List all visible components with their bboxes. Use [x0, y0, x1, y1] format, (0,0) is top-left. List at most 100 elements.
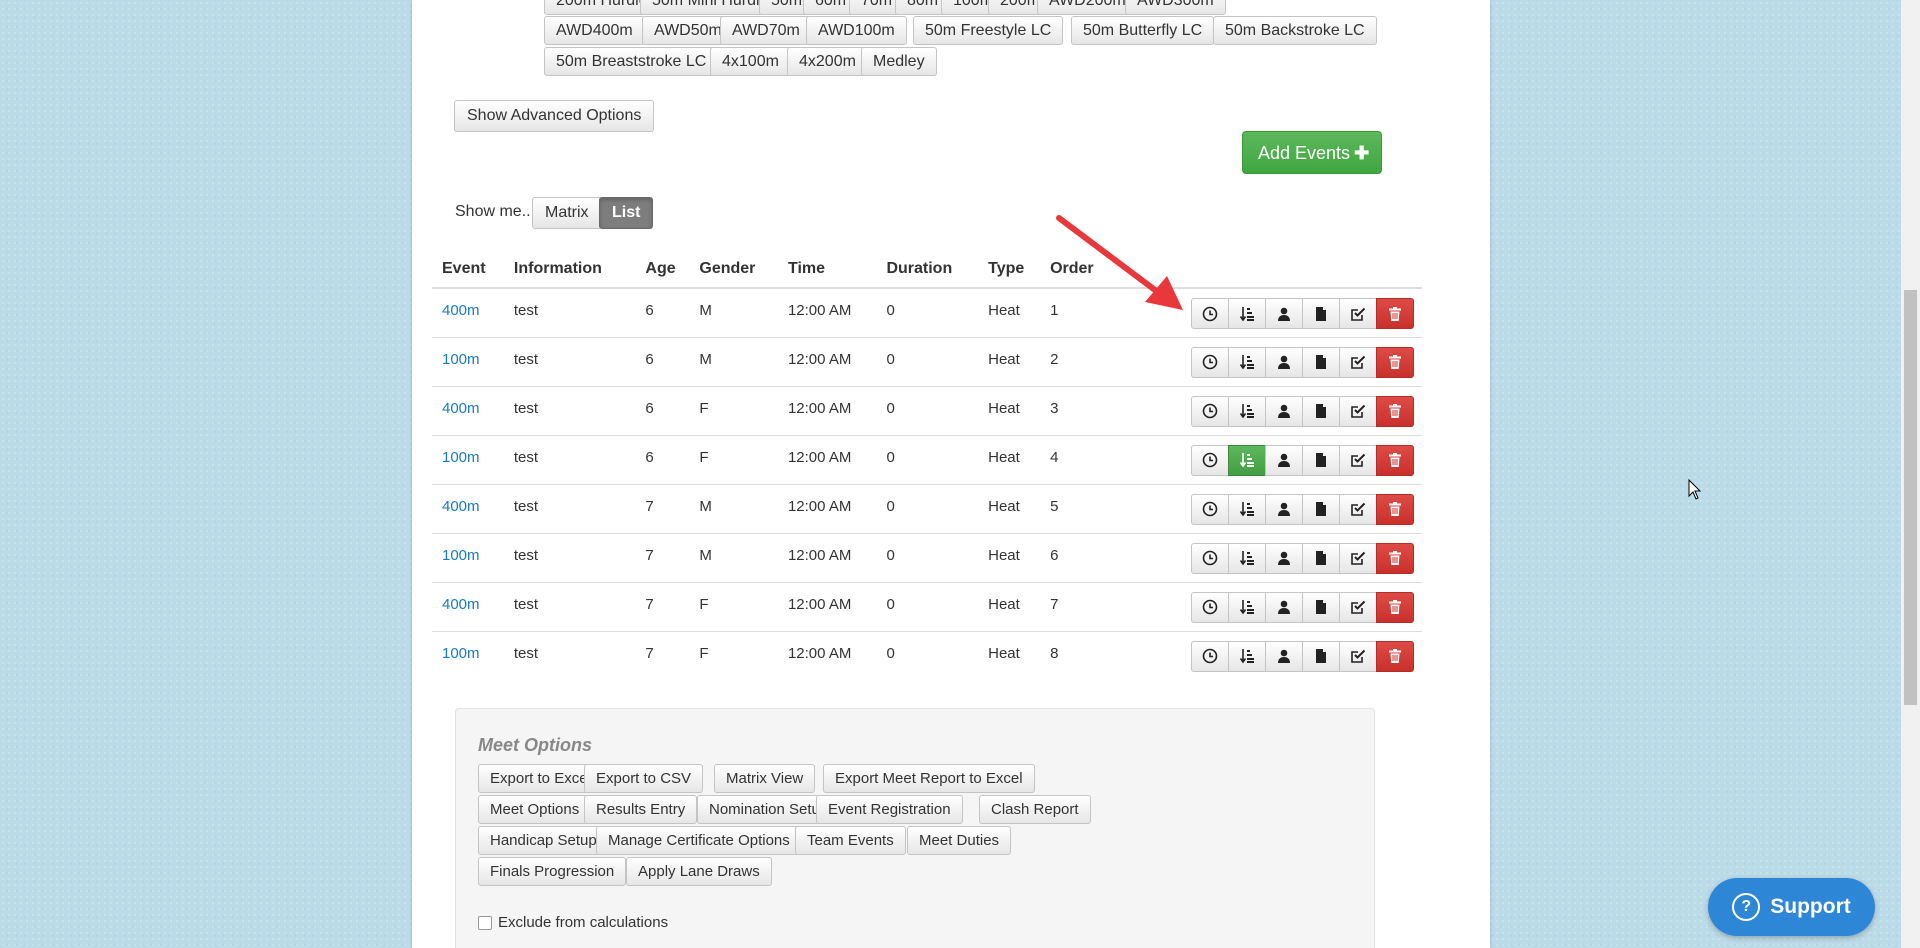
meet-option-clash-report-button[interactable]: Clash Report: [979, 795, 1091, 824]
document-button[interactable]: [1302, 298, 1340, 329]
document-button[interactable]: [1302, 542, 1340, 574]
event-link[interactable]: 400m: [432, 581, 504, 631]
clock-button[interactable]: [1191, 640, 1229, 672]
show-advanced-options-button[interactable]: Show Advanced Options: [454, 100, 655, 132]
person-button[interactable]: [1265, 640, 1303, 672]
event-link[interactable]: 100m: [432, 630, 504, 680]
meet-option-apply-lane-draws-button[interactable]: Apply Lane Draws: [626, 857, 772, 886]
edit-check-button[interactable]: [1339, 346, 1377, 378]
clock-button[interactable]: [1191, 591, 1229, 623]
document-button[interactable]: [1302, 591, 1340, 623]
event-chip-awd400m[interactable]: AWD400m: [544, 16, 645, 45]
add-events-button[interactable]: Add Events ✚: [1242, 131, 1382, 174]
event-chip-awd200m[interactable]: AWD200m: [1037, 0, 1138, 15]
person-button[interactable]: [1265, 346, 1303, 378]
meet-option-manage-certificate-options-button[interactable]: Manage Certificate Options: [596, 826, 802, 855]
edit-check-button[interactable]: [1339, 395, 1377, 427]
event-chip-awd70m[interactable]: AWD70m: [720, 16, 812, 45]
document-button[interactable]: [1302, 493, 1340, 525]
meet-option-matrix-view-button[interactable]: Matrix View: [714, 764, 816, 793]
sort-order-button[interactable]: [1228, 542, 1266, 574]
trash-button[interactable]: [1376, 493, 1414, 525]
document-button[interactable]: [1302, 395, 1340, 427]
event-link[interactable]: 400m: [432, 287, 504, 337]
cell-age: 6: [635, 287, 690, 337]
sort-order-button[interactable]: [1228, 640, 1266, 672]
clock-button[interactable]: [1191, 542, 1229, 574]
event-link[interactable]: 400m: [432, 385, 504, 435]
event-chip-50m-freestyle-lc[interactable]: 50m Freestyle LC: [913, 16, 1064, 45]
clock-button[interactable]: [1191, 298, 1229, 329]
support-button[interactable]: ? Support: [1708, 878, 1875, 936]
document-button[interactable]: [1302, 640, 1340, 672]
person-button[interactable]: [1265, 395, 1303, 427]
edit-check-button[interactable]: [1339, 298, 1377, 329]
trash-button[interactable]: [1376, 444, 1414, 476]
event-link[interactable]: 100m: [432, 532, 504, 582]
meet-option-meet-options-button[interactable]: Meet Options: [478, 795, 592, 824]
event-link[interactable]: 100m: [432, 336, 504, 386]
event-link[interactable]: 100m: [432, 434, 504, 484]
meet-option-finals-progression-button[interactable]: Finals Progression: [478, 857, 627, 886]
edit-check-button[interactable]: [1339, 640, 1377, 672]
scrollbar-thumb[interactable]: [1904, 290, 1917, 705]
trash-button[interactable]: [1376, 346, 1414, 378]
edit-check-icon: [1350, 354, 1366, 370]
meet-option-event-registration-button[interactable]: Event Registration: [816, 795, 963, 824]
trash-button[interactable]: [1376, 591, 1414, 623]
meet-option-team-events-button[interactable]: Team Events: [795, 826, 906, 855]
event-chip-50m-butterfly-lc[interactable]: 50m Butterfly LC: [1071, 16, 1215, 45]
meet-option-export-meet-report-to-excel-button[interactable]: Export Meet Report to Excel: [823, 764, 1035, 793]
trash-button[interactable]: [1376, 640, 1414, 672]
event-chip-50m-breaststroke-lc[interactable]: 50m Breaststroke LC: [544, 47, 719, 76]
meet-option-results-entry-button[interactable]: Results Entry: [584, 795, 698, 824]
meet-option-meet-duties-button[interactable]: Meet Duties: [907, 826, 1012, 855]
trash-button[interactable]: [1376, 298, 1414, 329]
event-chip-4x100m[interactable]: 4x100m: [710, 47, 791, 76]
event-chip-awd300m[interactable]: AWD300m: [1125, 0, 1226, 15]
page-scrollbar[interactable]: [1901, 0, 1920, 948]
cell-time: 12:00 AM: [777, 630, 877, 680]
cell-type: Heat: [978, 336, 1041, 386]
edit-check-button[interactable]: [1339, 591, 1377, 623]
clock-button[interactable]: [1191, 444, 1229, 476]
trash-button[interactable]: [1376, 395, 1414, 427]
person-button[interactable]: [1265, 444, 1303, 476]
matrix-toggle[interactable]: Matrix: [532, 197, 602, 229]
edit-check-button[interactable]: [1339, 444, 1377, 476]
exclude-label: Exclude from calculations: [498, 914, 669, 931]
meet-option-export-to-csv-button[interactable]: Export to CSV: [584, 764, 704, 793]
sort-order-icon: [1239, 599, 1255, 615]
sort-order-button[interactable]: [1228, 395, 1266, 427]
clock-button[interactable]: [1191, 493, 1229, 525]
edit-check-button[interactable]: [1339, 493, 1377, 525]
event-chip-4x200m[interactable]: 4x200m: [787, 47, 868, 76]
clock-icon: [1202, 452, 1218, 468]
clock-button[interactable]: [1191, 346, 1229, 378]
person-button[interactable]: [1265, 542, 1303, 574]
meet-option-handicap-setup-button[interactable]: Handicap Setup: [478, 826, 609, 855]
person-button[interactable]: [1265, 493, 1303, 525]
sort-order-button[interactable]: [1228, 493, 1266, 525]
document-button[interactable]: [1302, 346, 1340, 378]
edit-check-icon: [1350, 648, 1366, 664]
event-chip-50m-backstroke-lc[interactable]: 50m Backstroke LC: [1213, 16, 1377, 45]
person-button[interactable]: [1265, 298, 1303, 329]
event-link[interactable]: 400m: [432, 483, 504, 533]
exclude-checkbox[interactable]: [478, 915, 492, 930]
sort-order-button[interactable]: [1228, 444, 1266, 476]
event-chip-medley[interactable]: Medley: [861, 47, 937, 76]
trash-button[interactable]: [1376, 542, 1414, 574]
sort-order-button[interactable]: [1228, 298, 1266, 329]
sort-order-button[interactable]: [1228, 346, 1266, 378]
person-button[interactable]: [1265, 591, 1303, 623]
document-button[interactable]: [1302, 444, 1340, 476]
event-chip-awd100m[interactable]: AWD100m: [806, 16, 907, 45]
list-toggle[interactable]: List: [599, 197, 654, 229]
exclude-checkbox-row[interactable]: Exclude from calculations: [478, 914, 668, 931]
edit-check-button[interactable]: [1339, 542, 1377, 574]
row-actions: [1111, 532, 1422, 582]
clock-button[interactable]: [1191, 395, 1229, 427]
sort-order-button[interactable]: [1228, 591, 1266, 623]
add-events-label: Add Events: [1258, 143, 1351, 163]
